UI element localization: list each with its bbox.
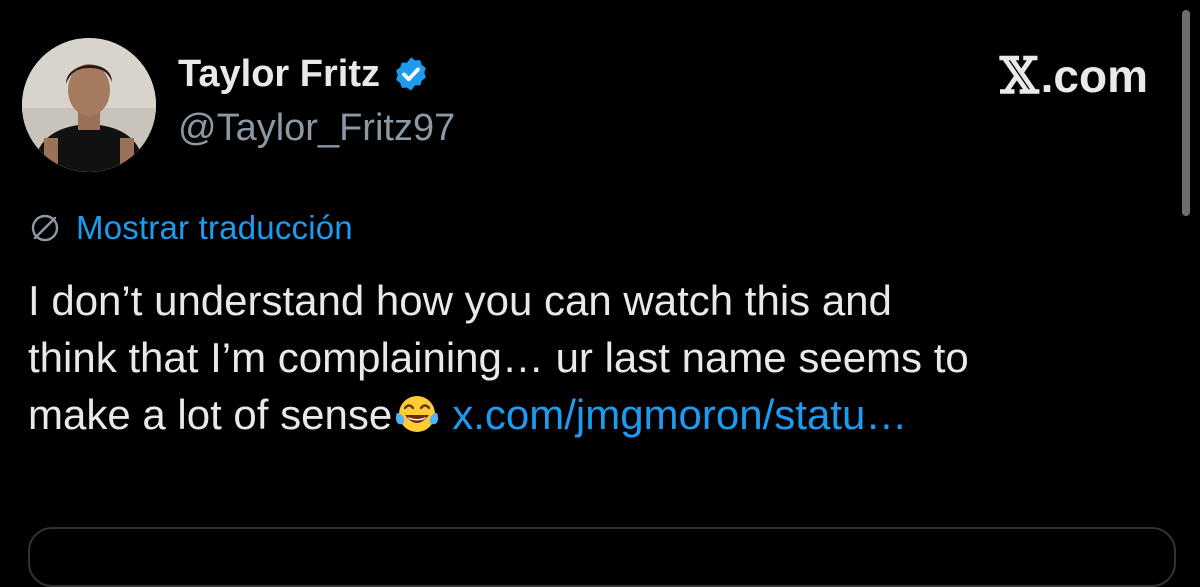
tweet-text-line-3: make a lot of sense x.com/jmgmoron/statu… [28,386,1178,443]
scrollbar[interactable] [1182,10,1190,216]
tweet-text-line-3-text: make a lot of sense [28,391,393,438]
avatar-photo [22,38,156,172]
author-display-name[interactable]: Taylor Fritz [178,52,430,96]
avatar[interactable] [22,38,156,172]
author-handle[interactable]: @Taylor_Fritz97 [178,106,455,150]
site-suffix: .com [1040,50,1148,102]
author-name-text[interactable]: Taylor Fritz [178,52,380,96]
quoted-tweet-card[interactable] [28,527,1176,587]
verified-badge-icon [396,57,426,91]
show-translation-label[interactable]: Mostrar traducción [76,206,353,250]
site-label: 𝕏 .com [999,46,1148,105]
x-logo-icon: 𝕏 [999,46,1039,105]
globe-icon [31,214,59,242]
show-translation-link[interactable]: Mostrar traducción [28,206,353,250]
tweet-text-line-2: think that I’m complaining… ur last name… [28,334,969,381]
face-with-tears-of-joy-icon [396,396,439,432]
tweet-text-line-1: I don’t understand how you can watch thi… [28,277,892,324]
tweet-link[interactable]: x.com/jmgmoron/statu… [452,391,907,438]
tweet-text: I don’t understand how you can watch thi… [28,272,1178,443]
